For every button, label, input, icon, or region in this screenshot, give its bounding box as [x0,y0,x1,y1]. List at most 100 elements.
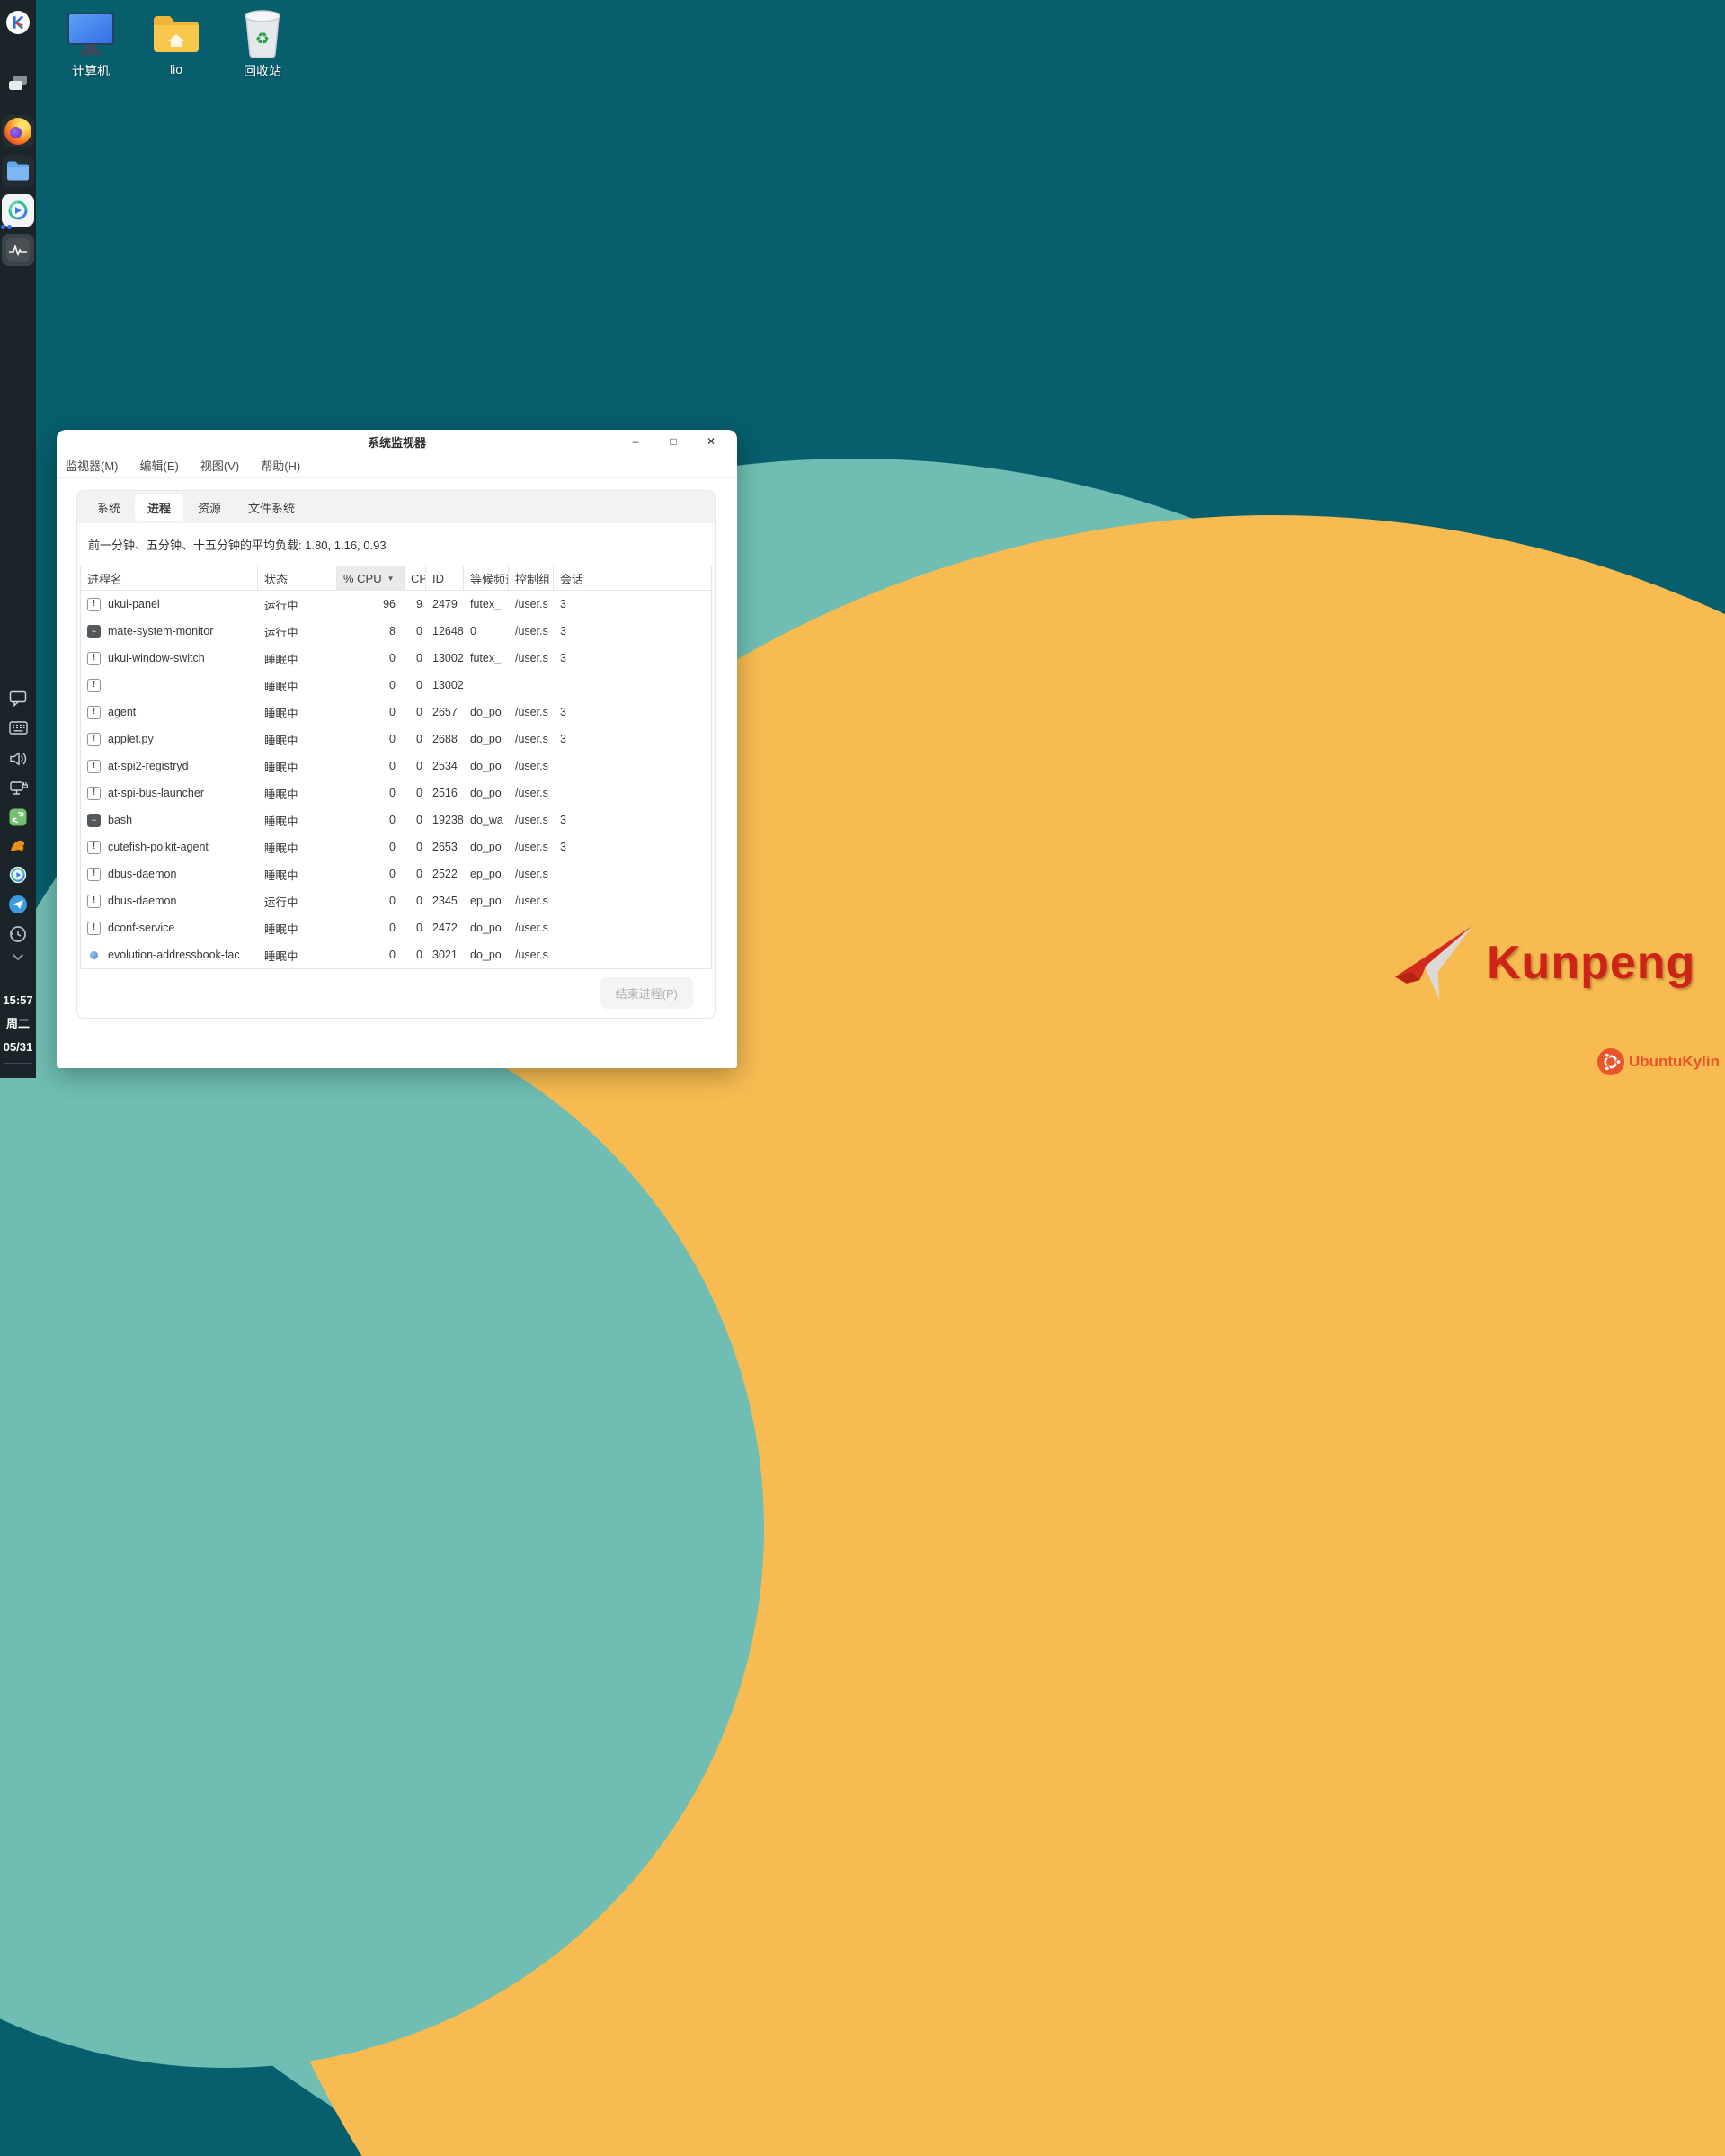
table-row[interactable]: ! dbus-daemon 睡眠中 0 0 2522 ep_po /user.s [81,860,711,887]
table-row[interactable]: ! applet.py 睡眠中 0 0 2688 do_po /user.s 3 [81,726,711,753]
header-cgroup[interactable]: 控制组 [509,566,554,590]
process-wait-channel: do_po [464,949,509,961]
notification-dots [1,225,12,229]
process-status: 睡眠中 [258,866,337,883]
desktop-icon-computer[interactable]: 计算机 [49,9,132,80]
menu-help[interactable]: 帮助(H) [261,457,300,474]
table-row[interactable]: ! 睡眠中 0 0 13002 [81,672,711,699]
process-cgroup: /user.s [509,652,554,664]
menu-monitor[interactable]: 监视器(M) [66,457,119,474]
tray-history-button[interactable] [0,925,36,943]
process-wait-channel: ep_po [464,868,509,880]
table-row[interactable]: ! at-spi2-registryd 睡眠中 0 0 2534 do_po /… [81,753,711,780]
process-cgroup: /user.s [509,841,554,853]
table-row[interactable]: evolution-addressbook-fac 睡眠中 0 0 3021 d… [81,941,711,968]
process-name: cutefish-polkit-agent [108,841,209,853]
table-row[interactable]: ! cutefish-polkit-agent 睡眠中 0 0 2653 do_… [81,833,711,860]
process-name: dbus-daemon [108,895,176,907]
desktop-icon-trash[interactable]: ♻ 回收站 [221,9,304,80]
tray-network-button[interactable] [0,780,36,797]
table-row[interactable]: ! agent 睡眠中 0 0 2657 do_po /user.s 3 [81,699,711,726]
process-status: 睡眠中 [258,758,337,775]
process-icon [87,949,101,962]
process-wait-channel: ep_po [464,895,509,907]
table-row[interactable]: ! at-spi-bus-launcher 睡眠中 0 0 2516 do_po… [81,780,711,806]
taskbar-clock[interactable]: 15:57 周二 05/31 [0,989,36,1059]
kunpeng-logo: Kunpeng [1392,924,1695,1002]
process-wait-channel: 0 [464,625,509,637]
window-switcher-button[interactable] [0,74,36,94]
tab-filesystems[interactable]: 文件系统 [236,494,307,521]
tray-assistant-button[interactable] [0,838,36,854]
tray-keyboard-button[interactable] [0,721,36,735]
menu-edit[interactable]: 编辑(E) [140,457,179,474]
process-cpu: 0 [337,949,405,961]
header-process-name[interactable]: 进程名 [81,566,258,590]
table-row[interactable]: ~ mate-system-monitor 运行中 8 0 12648 0 /u… [81,618,711,645]
taskbar-item-sync-app[interactable] [0,194,36,227]
process-cpu: 0 [337,895,405,907]
trash-icon: ♻ [221,9,304,59]
process-status: 睡眠中 [258,677,337,694]
tray-sync-button[interactable] [0,866,36,884]
maximize-button[interactable]: □ [654,431,692,452]
tray-feedback-button[interactable] [0,895,36,913]
clock-weekday: 周二 [0,1012,36,1036]
kunpeng-wordmark: Kunpeng [1487,936,1695,990]
keyboard-icon [9,721,28,735]
table-row[interactable]: ! dconf-service 睡眠中 0 0 2472 do_po /user… [81,914,711,941]
taskbar-item-system-monitor[interactable] [0,234,36,266]
process-cpu-time: 0 [405,949,426,961]
process-icon: ~ [87,625,101,638]
tab-system[interactable]: 系统 [84,494,133,521]
process-cpu: 96 [337,598,405,610]
ubuntu-circle-of-friends-icon [1597,1048,1624,1075]
tray-updater-button[interactable] [0,808,36,826]
close-button[interactable]: ✕ [692,431,730,452]
sync-app-icon [2,194,34,227]
process-status: 睡眠中 [258,704,337,721]
tab-resources[interactable]: 资源 [185,494,234,521]
end-process-button[interactable]: 结束进程(P) [600,977,693,1009]
process-cpu: 0 [337,679,405,691]
show-desktop-button[interactable] [4,1063,32,1078]
table-row[interactable]: ! dbus-daemon 运行中 0 0 2345 ep_po /user.s [81,887,711,914]
taskbar-item-firefox[interactable] [0,115,36,147]
menu-view[interactable]: 视图(V) [200,457,239,474]
desktop-icon-home-folder[interactable]: lio [135,9,218,76]
header-session[interactable]: 会话 [554,566,711,590]
tray-messages-button[interactable] [0,690,36,707]
header-cpu-sorted[interactable]: % CPU ▼ [337,566,405,590]
ubuntukylin-logo: UbuntuKylin [1597,1048,1720,1075]
process-cpu-time: 0 [405,733,426,745]
tray-expand-button[interactable] [0,953,36,961]
table-header: 进程名 状态 % CPU ▼ CP ID 等候频道 控制组 会话 [81,566,711,591]
process-icon: ! [87,895,101,908]
table-row[interactable]: ~ bash 睡眠中 0 0 19238 do_wa /user.s 3 [81,806,711,833]
taskbar-item-file-manager[interactable] [0,155,36,187]
process-cgroup: /user.s [509,787,554,799]
process-icon: ! [87,922,101,935]
process-session: 3 [554,598,711,610]
minimize-button[interactable]: – [617,431,654,452]
process-id: 2688 [426,733,464,745]
process-status: 运行中 [258,893,337,910]
process-id: 2653 [426,841,464,853]
process-cpu-time: 0 [405,787,426,799]
start-menu-button[interactable] [0,11,36,34]
header-status[interactable]: 状态 [258,566,337,590]
tab-processes[interactable]: 进程 [135,494,183,521]
titlebar[interactable]: 系统监视器 – □ ✕ [57,430,737,453]
process-cpu: 0 [337,841,405,853]
header-wait-channel[interactable]: 等候频道 [464,566,509,590]
process-name: agent [108,706,136,718]
home-folder-icon [135,9,218,59]
table-row[interactable]: ! ukui-window-switch 睡眠中 0 0 13002 futex… [81,645,711,672]
process-cpu-time: 0 [405,895,426,907]
header-cpu-time[interactable]: CP [405,566,426,590]
process-status: 睡眠中 [258,650,337,667]
table-row[interactable]: ! ukui-panel 运行中 96 9 2479 futex_ /user.… [81,591,711,618]
tray-volume-button[interactable] [0,751,36,767]
header-id[interactable]: ID [426,566,464,590]
process-icon: ! [87,679,101,692]
